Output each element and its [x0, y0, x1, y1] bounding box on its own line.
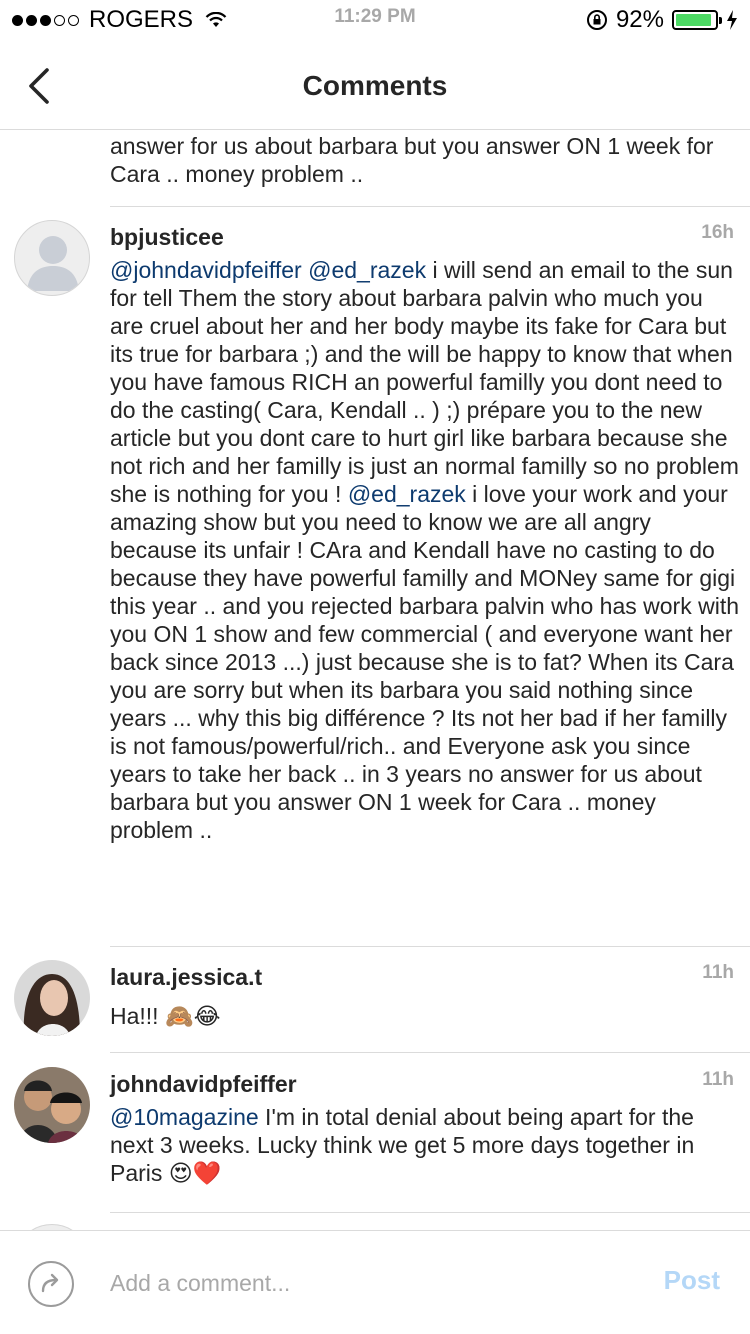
battery-icon	[672, 10, 722, 30]
comment-body: i love your work and your amazing show b…	[110, 481, 739, 843]
status-right: 92%	[586, 6, 738, 34]
status-bar: ROGERS 11:29 PM 92%	[0, 0, 750, 40]
mention-link[interactable]: @johndavidpfeiffer	[110, 257, 302, 283]
nav-bar: Comments	[0, 40, 750, 130]
battery-percent: 92%	[615, 6, 664, 33]
comment-input[interactable]	[110, 1259, 630, 1307]
comment-time: 16h	[701, 222, 734, 243]
mention-link[interactable]: @10magazine	[110, 1104, 259, 1130]
comment-time: 11h	[702, 1069, 734, 1090]
comment-text: Ha!!! 🙈😂	[110, 1003, 221, 1029]
comment-username[interactable]: bpjusticee	[110, 224, 224, 251]
avatar[interactable]	[14, 220, 90, 296]
share-arrow-icon	[41, 1273, 59, 1293]
partial-comment-text: answer for us about barbara but you answ…	[110, 133, 714, 187]
avatar[interactable]	[14, 960, 90, 1036]
comment-time: 11h	[702, 962, 734, 983]
mention-link[interactable]: @ed_razek	[308, 257, 426, 283]
post-button[interactable]: Post	[664, 1265, 720, 1296]
user-photo	[14, 1067, 90, 1143]
default-avatar-icon	[27, 236, 79, 291]
divider	[110, 206, 750, 207]
avatar[interactable]	[14, 1067, 90, 1143]
comment-body: i will send an email to the sun for tell…	[110, 257, 739, 507]
battery-fill	[676, 14, 711, 26]
divider	[110, 946, 750, 947]
comment-text: @johndavidpfeiffer @ed_razek i will send…	[110, 256, 740, 844]
page-title: Comments	[302, 70, 448, 101]
divider	[110, 1212, 750, 1213]
comments-list[interactable]: answer for us about barbara but you answ…	[0, 130, 750, 1230]
orientation-lock-icon	[586, 10, 607, 30]
comment-username[interactable]: laura.jessica.t	[110, 964, 262, 991]
mention-link[interactable]: @ed_razek	[348, 481, 466, 507]
comment-composer: Post	[0, 1230, 750, 1334]
share-button[interactable]	[28, 1261, 74, 1307]
comment-text: @10magazine I'm in total denial about be…	[110, 1103, 740, 1187]
charging-icon	[727, 10, 737, 30]
comment-username[interactable]: johndavidpfeiffer	[110, 1071, 297, 1098]
user-photo	[14, 960, 90, 1036]
divider	[110, 1052, 750, 1053]
